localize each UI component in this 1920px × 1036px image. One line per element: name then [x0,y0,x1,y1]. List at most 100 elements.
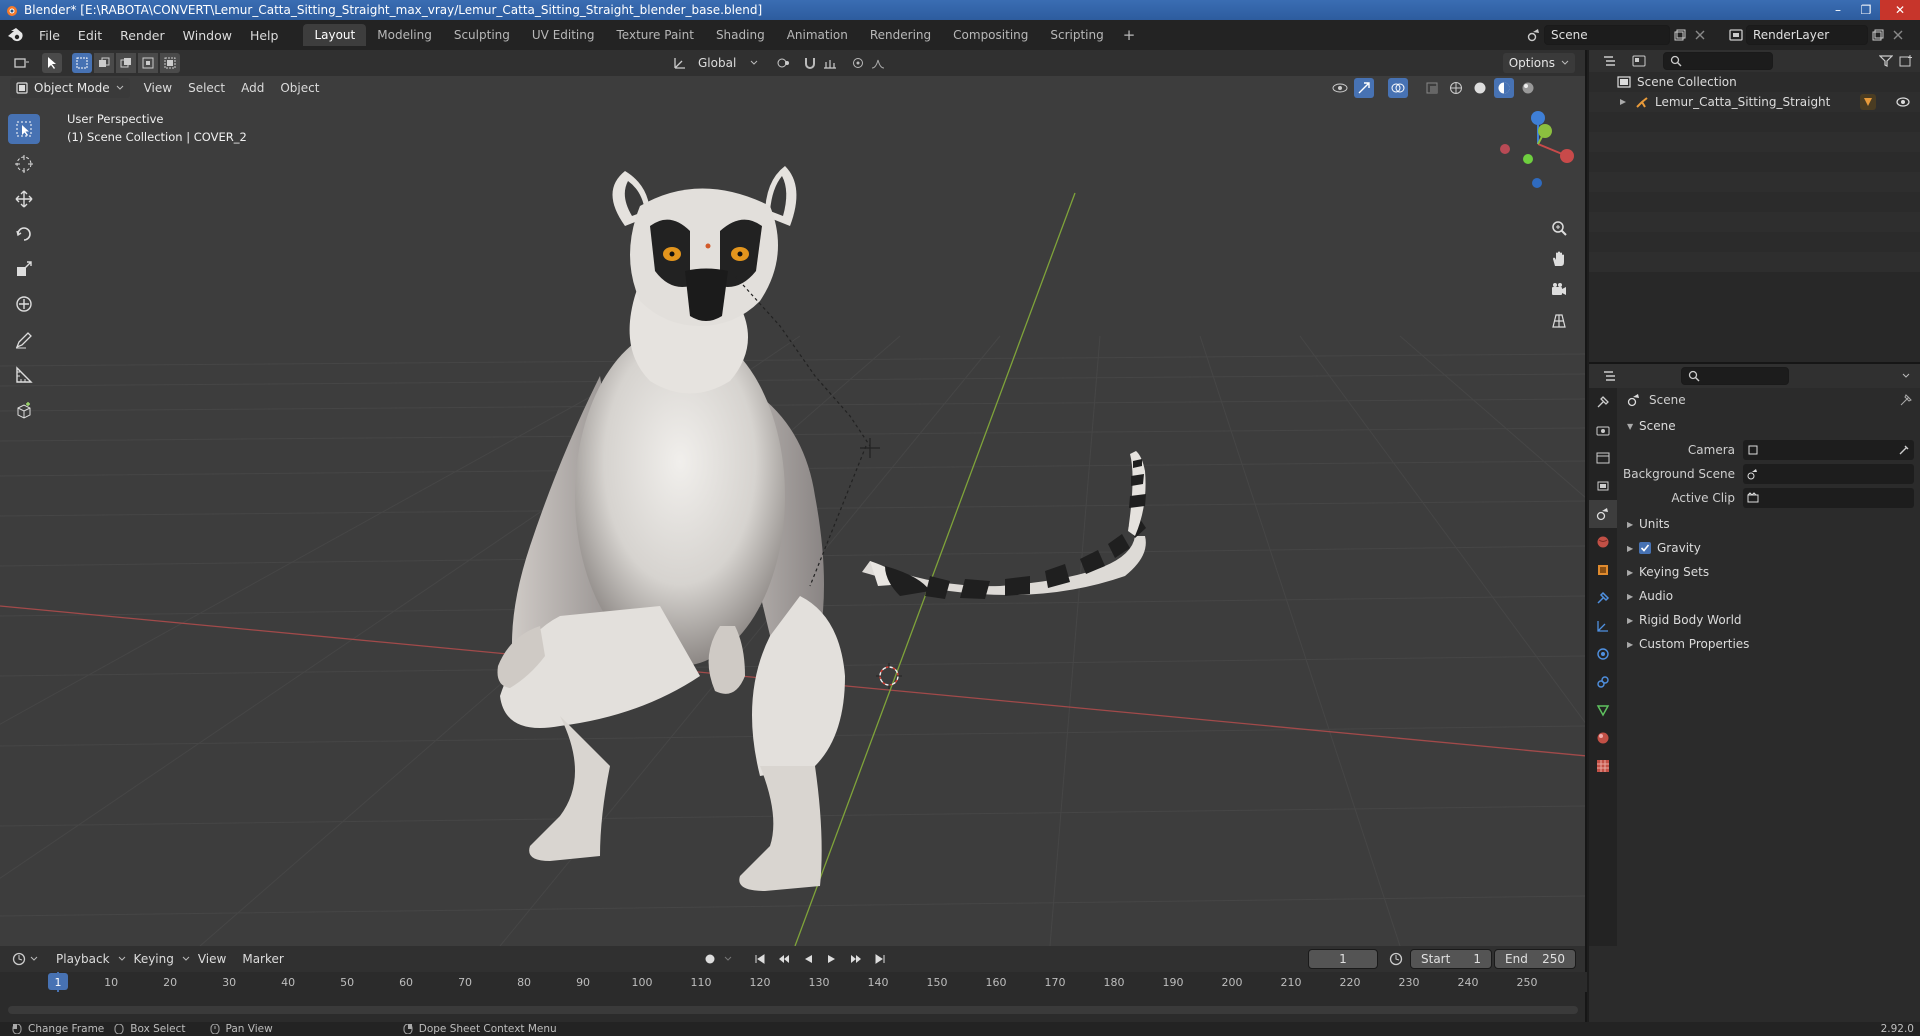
timeline-menu-keying[interactable]: Keying [126,952,182,966]
maximize-button[interactable]: ❐ [1852,0,1880,20]
preview-range-clock-icon[interactable] [1386,949,1406,969]
select-invert-icon[interactable] [138,53,158,73]
scene-icon[interactable] [1524,25,1544,45]
viewport-menu-select[interactable]: Select [180,81,233,95]
wireframe-shading-icon[interactable] [1446,78,1466,98]
custom-properties-section[interactable]: ▶ Custom Properties [1617,632,1920,656]
audio-section[interactable]: ▶ Audio [1617,584,1920,608]
select-intersect-icon[interactable] [160,53,180,73]
renderlayer-name-field[interactable]: RenderLayer [1746,25,1868,45]
snap-target-icon[interactable] [820,53,840,73]
timeline-menu-playback[interactable]: Playback [48,952,118,966]
minimize-button[interactable]: – [1824,0,1852,20]
rendered-shading-icon[interactable] [1518,78,1538,98]
constraints-tab-icon[interactable] [1589,668,1617,696]
select-subtract-icon[interactable] [116,53,136,73]
gravity-checkbox[interactable] [1639,542,1651,554]
render-tab-icon[interactable] [1589,416,1617,444]
snap-magnet-icon[interactable] [800,53,820,73]
units-section[interactable]: ▶ Units [1617,512,1920,536]
delete-renderlayer-icon[interactable] [1888,25,1908,45]
world-tab-icon[interactable] [1589,528,1617,556]
outliner-editor-type-icon[interactable] [1601,51,1621,71]
select-tool-icon[interactable] [42,53,62,73]
xray-toggle-icon[interactable] [1422,78,1442,98]
timeline-scrollbar[interactable] [8,1006,1578,1014]
select-extend-icon[interactable] [94,53,114,73]
menu-render[interactable]: Render [111,28,174,43]
material-tab-icon[interactable] [1589,724,1617,752]
outliner-row-scene-collection[interactable]: Scene Collection [1589,72,1920,92]
tab-rendering[interactable]: Rendering [859,24,942,46]
physics-tab-icon[interactable] [1589,640,1617,668]
new-scene-icon[interactable] [1670,25,1690,45]
frame-ruler[interactable]: 1 10 20 30 40 50 60 70 80 90 100 110 120 130 140 150 160… [0,972,1587,992]
viewport-menu-object[interactable]: Object [272,81,327,95]
visibility-eye-icon[interactable] [1896,97,1910,107]
move-tool-icon[interactable] [8,184,40,214]
new-renderlayer-icon[interactable] [1868,25,1888,45]
annotate-tool-icon[interactable] [8,325,40,355]
filter-icon[interactable] [1876,51,1896,71]
menu-help[interactable]: Help [241,28,288,43]
chevron-down-icon[interactable] [1896,366,1916,386]
select-box-tool[interactable] [8,114,40,144]
display-mode-icon[interactable] [1629,51,1649,71]
pin-icon[interactable] [1900,394,1912,406]
tab-modeling[interactable]: Modeling [366,24,443,46]
tab-uv-editing[interactable]: UV Editing [521,24,606,46]
menu-file[interactable]: File [30,28,69,43]
measure-tool-icon[interactable] [8,360,40,390]
visibility-eye-icon[interactable] [1330,78,1350,98]
camera-field[interactable] [1743,440,1914,460]
select-new-icon[interactable] [72,53,92,73]
menu-window[interactable]: Window [174,28,241,43]
gravity-section[interactable]: ▶ Gravity [1617,536,1920,560]
timeline-menu-view[interactable]: View [190,952,234,966]
rotate-tool-icon[interactable] [8,219,40,249]
pan-hand-icon[interactable] [1545,245,1573,273]
active-clip-field[interactable] [1743,488,1914,508]
scene-panel-header[interactable]: ▼ Scene [1617,414,1920,438]
rigid-body-world-section[interactable]: ▶ Rigid Body World [1617,608,1920,632]
particles-tab-icon[interactable] [1589,612,1617,640]
renderlayer-icon[interactable] [1726,25,1746,45]
outliner-search-input[interactable] [1663,52,1773,70]
start-frame-field[interactable]: Start 1 [1410,949,1492,969]
timeline-editor-type-icon[interactable] [10,949,30,969]
end-frame-field[interactable]: End 250 [1494,949,1576,969]
overlays-toggle-icon[interactable] [1388,78,1408,98]
solid-shading-icon[interactable] [1470,78,1490,98]
modifier-tab-icon[interactable] [1589,584,1617,612]
object-mode-dropdown[interactable]: Object Mode [10,78,130,98]
object-tab-icon[interactable] [1589,556,1617,584]
jump-to-start-icon[interactable] [750,949,770,969]
tab-sculpting[interactable]: Sculpting [443,24,521,46]
cursor-tool-icon[interactable] [8,149,40,179]
material-preview-shading-icon[interactable] [1494,78,1514,98]
close-button[interactable]: ✕ [1880,0,1920,20]
properties-editor-type-icon[interactable] [1601,366,1621,386]
zoom-icon[interactable] [1545,214,1573,242]
tab-scripting[interactable]: Scripting [1039,24,1114,46]
add-workspace-button[interactable]: + [1115,26,1144,44]
delete-scene-icon[interactable] [1690,25,1710,45]
record-keyframe-icon[interactable] [700,949,720,969]
background-scene-field[interactable] [1743,464,1914,484]
options-dropdown[interactable]: Options [1502,53,1575,73]
tab-animation[interactable]: Animation [776,24,859,46]
tab-shading[interactable]: Shading [705,24,776,46]
scale-tool-icon[interactable] [8,254,40,284]
tab-layout[interactable]: Layout [303,24,367,46]
eyedropper-icon[interactable] [1898,444,1910,456]
scene-tab-icon[interactable] [1589,500,1617,528]
tab-compositing[interactable]: Compositing [942,24,1039,46]
falloff-curve-icon[interactable] [868,53,888,73]
jump-to-keyframe-forward-icon[interactable] [846,949,866,969]
new-collection-icon[interactable] [1896,51,1916,71]
viewport-menu-view[interactable]: View [136,81,180,95]
pivot-point-icon[interactable] [774,53,794,73]
perspective-toggle-icon[interactable] [1545,307,1573,335]
output-tab-icon[interactable] [1589,444,1617,472]
gizmo-toggle-icon[interactable] [1354,78,1374,98]
